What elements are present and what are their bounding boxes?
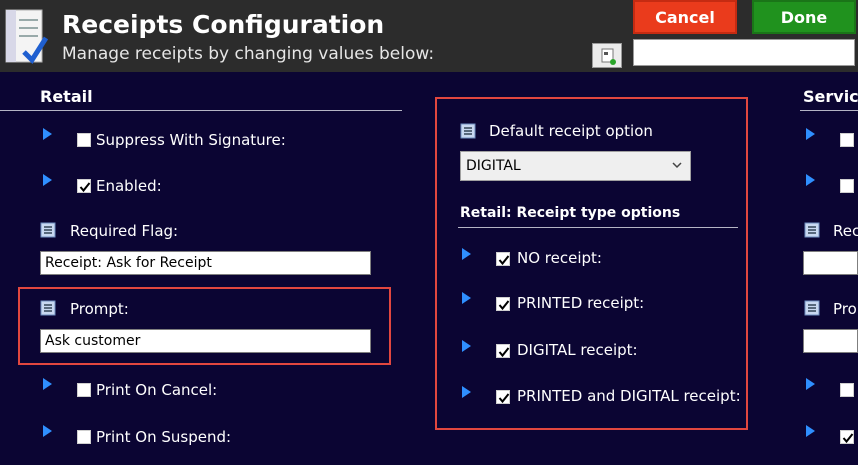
header-bar: Receipts Configuration Manage receipts b… [0,0,858,72]
prompt-field[interactable]: Ask customer [40,329,371,353]
document-icon [804,300,820,316]
expand-arrow-icon[interactable] [43,174,52,186]
no-receipt-checkbox[interactable] [496,252,510,266]
service-checkbox[interactable] [840,430,854,444]
expand-arrow-icon[interactable] [462,248,471,260]
required-flag-field[interactable]: Receipt: Ask for Receipt [40,251,371,275]
document-icon [40,300,56,316]
default-receipt-option-select[interactable]: DIGITAL [460,151,691,181]
default-receipt-option-value: DIGITAL [466,158,521,174]
service-prompt-field[interactable] [803,329,858,353]
expand-arrow-icon[interactable] [43,425,52,437]
printed-receipt-checkbox[interactable] [496,297,510,311]
check-icon [498,255,510,266]
expand-arrow-icon[interactable] [462,340,471,352]
service-section-title: Servic [803,87,858,106]
service-checkbox[interactable] [840,179,854,193]
checklist-icon [2,8,49,66]
search-input[interactable] [633,39,855,66]
required-flag-label: Required Flag: [70,222,179,240]
receipt-type-options-divider [458,227,738,228]
enabled-checkbox[interactable] [77,179,91,193]
service-required-label: Rec [833,222,858,240]
keyboard-icon[interactable] [592,43,622,68]
service-checkbox[interactable] [840,133,854,147]
check-icon [842,433,854,444]
expand-arrow-icon[interactable] [806,174,815,186]
cancel-button[interactable]: Cancel [633,0,737,34]
page-title: Receipts Configuration [62,10,385,39]
document-icon [460,123,476,139]
document-icon [804,222,820,238]
receipt-type-options-title: Retail: Receipt type options [460,205,681,221]
print-on-cancel-label: Print On Cancel: [96,381,218,399]
print-on-suspend-checkbox[interactable] [77,430,91,444]
retail-section-title: Retail [40,87,93,106]
digital-receipt-checkbox[interactable] [496,344,510,358]
digital-receipt-label: DIGITAL receipt: [517,341,638,359]
printed-and-digital-receipt-label: PRINTED and DIGITAL receipt: [517,387,741,405]
service-checkbox[interactable] [840,383,854,397]
expand-arrow-icon[interactable] [806,378,815,390]
chevron-down-icon [672,162,682,169]
prompt-label: Prompt: [70,300,129,318]
printed-and-digital-receipt-checkbox[interactable] [496,390,510,404]
expand-arrow-icon[interactable] [806,128,815,140]
default-receipt-option-label: Default receipt option [489,122,653,140]
print-on-cancel-checkbox[interactable] [77,383,91,397]
printed-receipt-label: PRINTED receipt: [517,294,645,312]
service-required-field[interactable] [803,251,858,275]
done-button[interactable]: Done [752,0,856,34]
expand-arrow-icon[interactable] [43,128,52,140]
print-on-suspend-label: Print On Suspend: [96,428,232,446]
expand-arrow-icon[interactable] [462,292,471,304]
suppress-with-signature-checkbox[interactable] [77,133,91,147]
check-icon [498,300,510,311]
expand-arrow-icon[interactable] [462,386,471,398]
prompt-highlight-box [18,287,391,365]
no-receipt-label: NO receipt: [517,249,602,267]
expand-arrow-icon[interactable] [43,378,52,390]
enabled-label: Enabled: [96,177,162,195]
service-divider [800,110,858,111]
expand-arrow-icon[interactable] [806,425,815,437]
suppress-with-signature-label: Suppress With Signature: [96,131,286,149]
retail-divider [0,110,402,111]
page-subtitle: Manage receipts by changing values below… [62,44,435,64]
service-prompt-label: Pro [833,300,857,318]
check-icon [498,393,510,404]
check-icon [498,347,510,358]
document-icon [40,222,56,238]
check-icon [79,182,91,193]
